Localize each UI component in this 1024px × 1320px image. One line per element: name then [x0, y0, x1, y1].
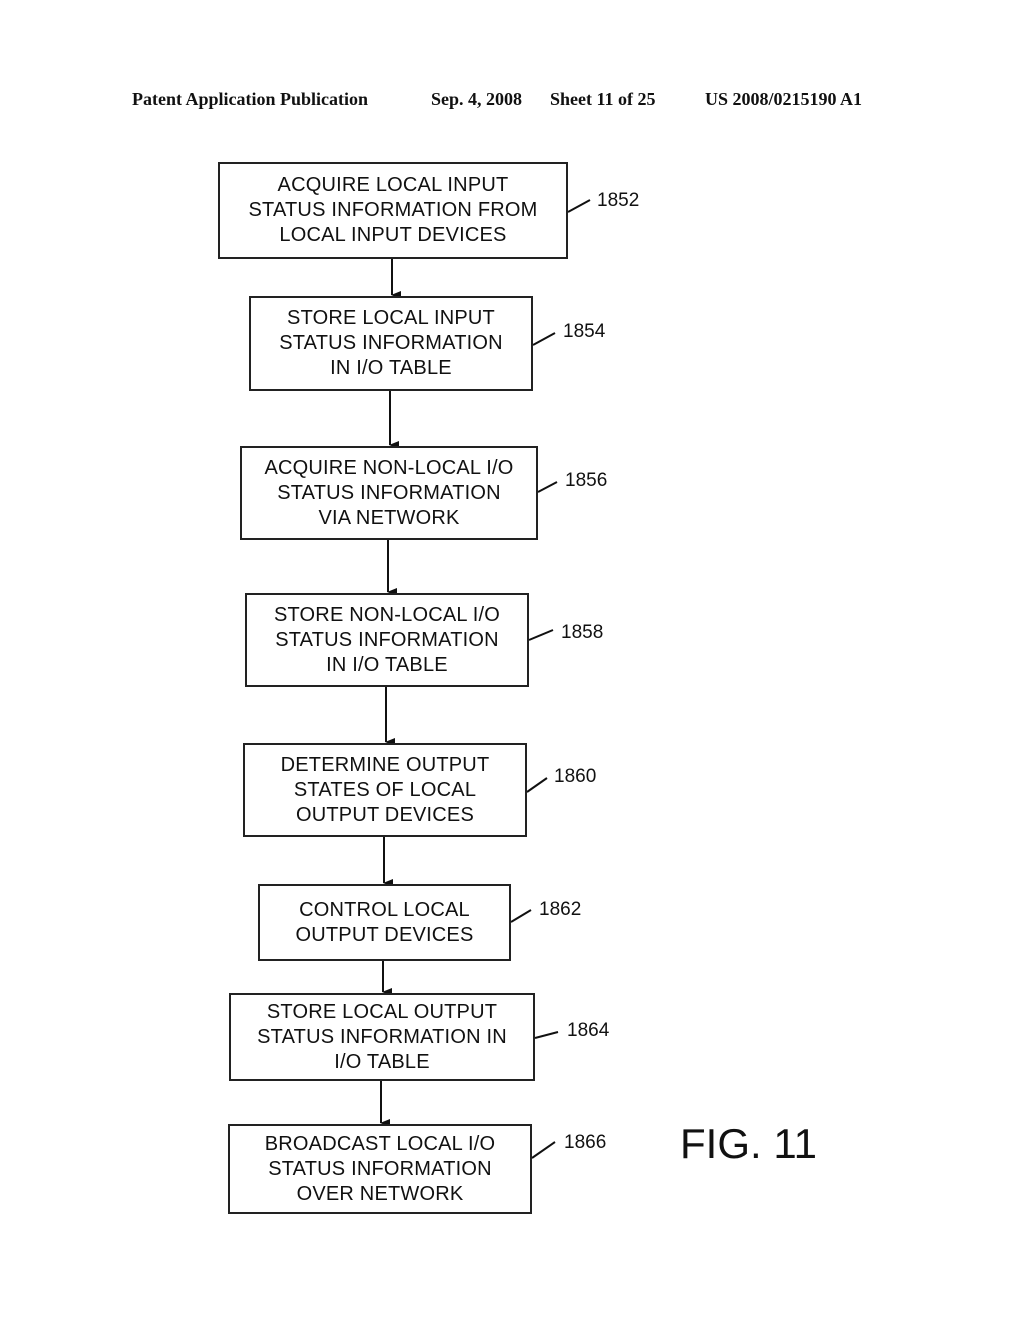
ref-number-1862: 1862 [539, 899, 582, 920]
ref-number-1866: 1866 [564, 1132, 607, 1153]
step-line: IN I/O TABLE [330, 357, 452, 379]
step-line: STATUS INFORMATION [268, 1157, 492, 1180]
step-box-1854: STORE LOCAL INPUT STATUS INFORMATION IN … [249, 296, 533, 391]
step-line: OUTPUT DEVICES [295, 923, 474, 946]
step-line: STORE LOCAL INPUT [287, 307, 495, 329]
step-line: CONTROL LOCAL [299, 898, 470, 921]
step-line: STATUS INFORMATION FROM [248, 199, 538, 221]
ref-number-1864: 1864 [567, 1020, 610, 1041]
figure-label: FIG. 11 [680, 1120, 817, 1167]
step-line: LOCAL INPUT DEVICES [279, 224, 507, 246]
step-line: STATUS INFORMATION [275, 628, 499, 651]
step-line: STATES OF LOCAL [293, 778, 477, 801]
step-box-1856: ACQUIRE NON-LOCAL I/O STATUS INFORMATION… [240, 446, 538, 540]
reference-leader-line [567, 199, 591, 213]
step-line: STATUS INFORMATION [277, 481, 501, 504]
step-line: ACQUIRE LOCAL INPUT [277, 174, 509, 196]
reference-leader-line [531, 1141, 556, 1159]
ref-number-1856: 1856 [565, 470, 608, 491]
step-line: BROADCAST LOCAL I/O [264, 1132, 496, 1155]
step-line: STORE NON-LOCAL I/O [273, 603, 501, 626]
step-box-1862: CONTROL LOCAL OUTPUT DEVICES [258, 884, 511, 961]
ref-number-1860: 1860 [554, 766, 597, 787]
publication-date: Sep. 4, 2008 [431, 89, 523, 109]
step-line: DETERMINE OUTPUT [280, 753, 490, 776]
publication-label: Patent Application Publication [132, 89, 369, 109]
step-line: I/O TABLE [334, 1050, 430, 1073]
ref-number-1854: 1854 [563, 321, 606, 342]
step-line: STORE LOCAL OUTPUT [266, 1000, 498, 1023]
step-box-1866: BROADCAST LOCAL I/O STATUS INFORMATION O… [228, 1124, 532, 1214]
step-line: IN I/O TABLE [326, 653, 448, 676]
step-box-1864: STORE LOCAL OUTPUT STATUS INFORMATION IN… [229, 993, 535, 1081]
step-box-1852: ACQUIRE LOCAL INPUT STATUS INFORMATION F… [218, 162, 568, 259]
reference-leader-line [537, 481, 558, 493]
step-line: STATUS INFORMATION [279, 332, 503, 354]
reference-leader-line [532, 332, 556, 346]
reference-leader-line [534, 1031, 559, 1039]
reference-leader-line [526, 777, 548, 793]
step-line: ACQUIRE NON-LOCAL I/O [264, 456, 514, 479]
step-box-1860: DETERMINE OUTPUT STATES OF LOCAL OUTPUT … [243, 743, 527, 837]
reference-leader-line [528, 629, 554, 641]
step-line: OVER NETWORK [296, 1182, 464, 1205]
step-line: STATUS INFORMATION IN [257, 1025, 507, 1048]
ref-number-1858: 1858 [561, 622, 604, 643]
ref-number-1852: 1852 [597, 190, 640, 211]
step-box-1858: STORE NON-LOCAL I/O STATUS INFORMATION I… [245, 593, 529, 687]
reference-leader-line [510, 909, 532, 923]
patent-header: Patent Application Publication Sep. 4, 2… [0, 89, 1024, 113]
step-line: VIA NETWORK [318, 506, 460, 529]
step-line: OUTPUT DEVICES [295, 803, 474, 826]
patent-number: US 2008/0215190 A1 [705, 89, 863, 109]
sheet-number: Sheet 11 of 25 [550, 89, 656, 109]
